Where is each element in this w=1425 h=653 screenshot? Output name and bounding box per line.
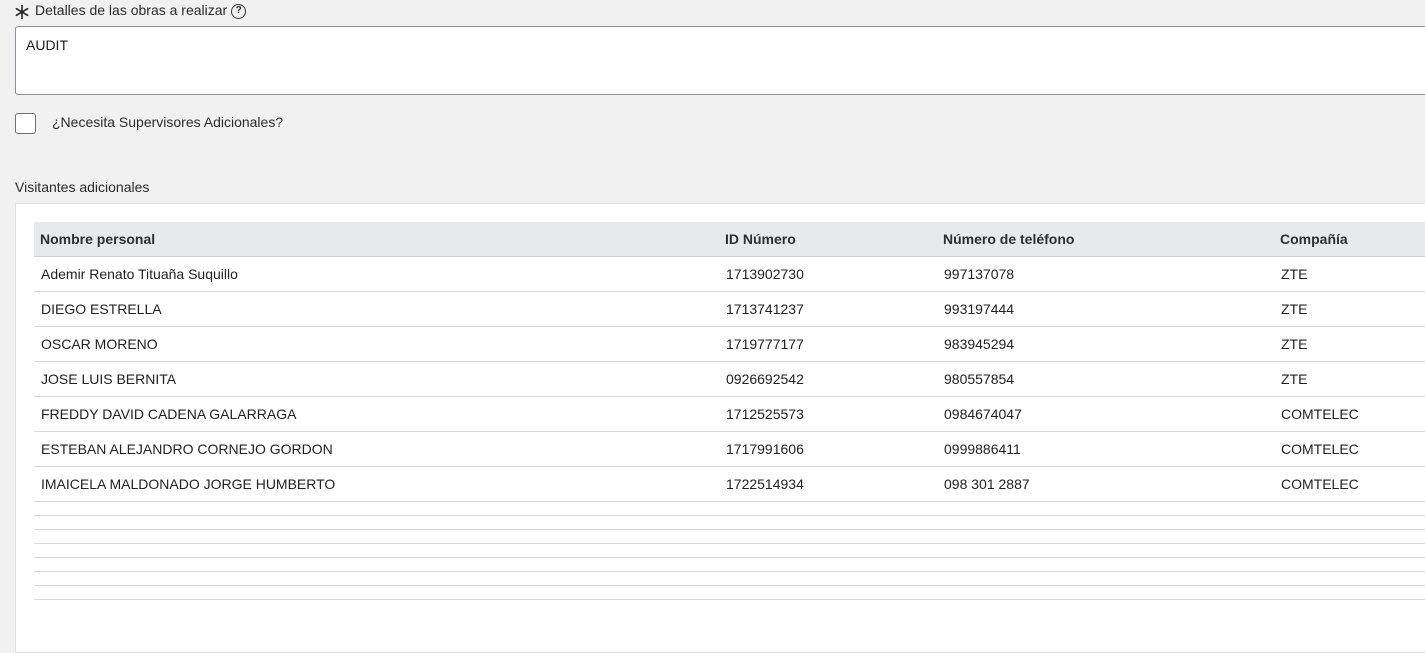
cell-name: ESTEBAN ALEJANDRO CORNEJO GORDON xyxy=(41,441,333,457)
supervisors-checkbox[interactable] xyxy=(15,113,36,134)
cell-name: Ademir Renato Tituaña Suquillo xyxy=(41,266,238,282)
cell-phone: 993197444 xyxy=(944,301,1015,317)
empty-table-row[interactable] xyxy=(34,558,1425,572)
details-textarea[interactable]: AUDIT xyxy=(15,26,1425,95)
cell-phone: 0999886411 xyxy=(944,441,1021,457)
table-row[interactable]: FREDDY DAVID CADENA GALARRAGA 1712525573… xyxy=(34,397,1425,432)
details-value: AUDIT xyxy=(26,37,68,53)
cell-id: 1713902730 xyxy=(726,266,804,282)
cell-company: COMTELEC xyxy=(1281,441,1359,457)
help-icon[interactable]: ? xyxy=(231,3,247,19)
cell-phone: 0984674047 xyxy=(944,406,1022,422)
column-header-name[interactable]: Nombre personal xyxy=(40,222,155,256)
column-header-phone[interactable]: Número de teléfono xyxy=(943,222,1074,256)
empty-table-row[interactable] xyxy=(34,530,1425,544)
visitors-table-panel: Nombre personal ID Número Número de telé… xyxy=(15,203,1425,653)
cell-id: 1719777177 xyxy=(726,336,804,352)
table-row[interactable]: ESTEBAN ALEJANDRO CORNEJO GORDON 1717991… xyxy=(34,432,1425,467)
empty-table-row[interactable] xyxy=(34,586,1425,600)
cell-name: OSCAR MORENO xyxy=(41,336,158,352)
cell-phone: 098 301 2887 xyxy=(944,476,1030,492)
table-row[interactable]: JOSE LUIS BERNITA 0926692542 980557854 Z… xyxy=(34,362,1425,397)
cell-name: FREDDY DAVID CADENA GALARRAGA xyxy=(41,406,297,422)
empty-table-row[interactable] xyxy=(34,516,1425,530)
cell-company: ZTE xyxy=(1281,336,1308,352)
supervisors-checkbox-label[interactable]: ¿Necesita Supervisores Adicionales? xyxy=(52,114,283,130)
table-row[interactable]: DIEGO ESTRELLA 1713741237 993197444 ZTE xyxy=(34,292,1425,327)
cell-id: 1722514934 xyxy=(726,476,804,492)
cell-id: 1717991606 xyxy=(726,441,804,457)
cell-company: ZTE xyxy=(1281,371,1308,387)
column-header-id[interactable]: ID Número xyxy=(725,222,796,256)
table-row[interactable]: OSCAR MORENO 1719777177 983945294 ZTE xyxy=(34,327,1425,362)
cell-name: JOSE LUIS BERNITA xyxy=(41,371,177,387)
cell-company: COMTELEC xyxy=(1281,476,1359,492)
details-label-text: Detalles de las obras a realizar xyxy=(35,2,228,18)
cell-company: ZTE xyxy=(1281,301,1308,317)
cell-phone: 997137078 xyxy=(944,266,1015,282)
supervisors-checkbox-row: ¿Necesita Supervisores Adicionales? xyxy=(15,113,283,134)
cell-company: ZTE xyxy=(1281,266,1308,282)
details-field-label: Detalles de las obras a realizar ? xyxy=(14,2,247,20)
required-asterisk-icon xyxy=(14,4,30,20)
cell-company: COMTELEC xyxy=(1281,406,1359,422)
cell-id: 1713741237 xyxy=(726,301,804,317)
cell-phone: 980557854 xyxy=(944,371,1015,387)
empty-table-row[interactable] xyxy=(34,502,1425,516)
table-header: Nombre personal ID Número Número de telé… xyxy=(34,222,1425,257)
empty-table-row[interactable] xyxy=(34,572,1425,586)
cell-id: 0926692542 xyxy=(726,371,804,387)
visitors-section-label: Visitantes adicionales xyxy=(15,179,150,195)
column-header-company[interactable]: Compañía xyxy=(1280,222,1348,256)
visitors-table: Nombre personal ID Número Número de telé… xyxy=(34,222,1425,600)
table-row[interactable]: Ademir Renato Tituaña Suquillo 171390273… xyxy=(34,257,1425,292)
cell-id: 1712525573 xyxy=(726,406,804,422)
cell-phone: 983945294 xyxy=(944,336,1015,352)
table-row[interactable]: IMAICELA MALDONADO JORGE HUMBERTO 172251… xyxy=(34,467,1425,502)
empty-table-row[interactable] xyxy=(34,544,1425,558)
cell-name: IMAICELA MALDONADO JORGE HUMBERTO xyxy=(41,476,336,492)
cell-name: DIEGO ESTRELLA xyxy=(41,301,162,317)
